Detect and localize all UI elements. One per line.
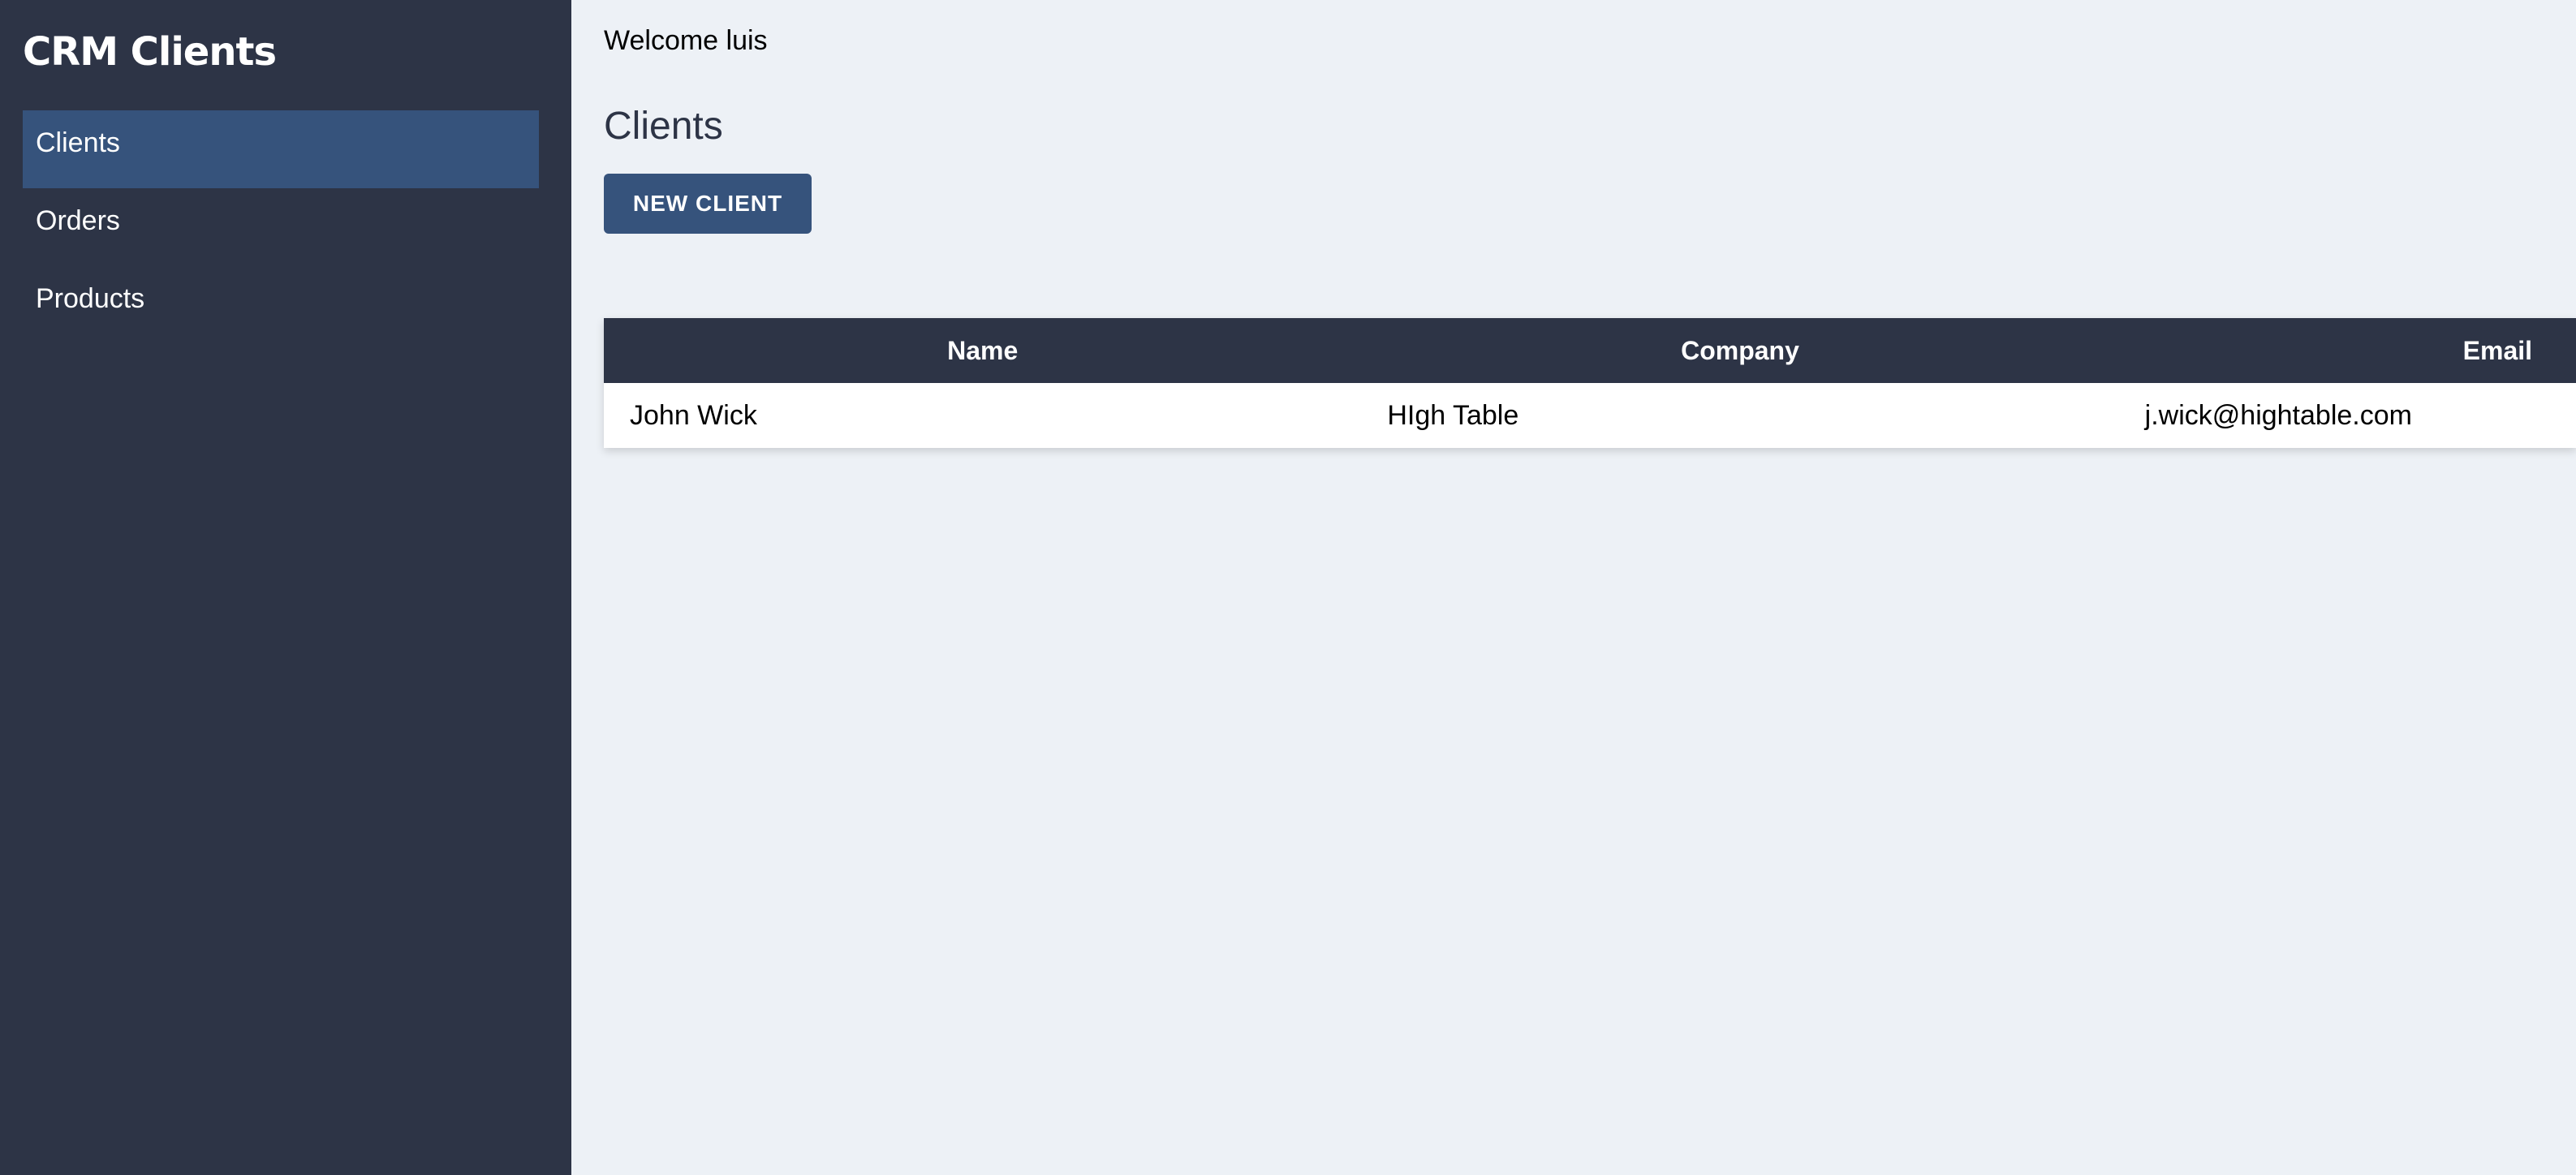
sidebar: CRM Clients Clients Orders Products xyxy=(0,0,571,1175)
column-header-company: Company xyxy=(1681,335,1799,365)
cell-name: John Wick xyxy=(630,399,757,431)
cell-company: HIgh Table xyxy=(1387,399,1519,431)
cell-email: j.wick@hightable.com xyxy=(2144,399,2412,431)
page-title: Clients xyxy=(604,105,723,148)
main-content: Welcome luis Clients NEW CLIENT Name Com… xyxy=(571,0,2576,1175)
sidebar-item-orders[interactable]: Orders xyxy=(23,188,539,266)
sidebar-item-products[interactable]: Products xyxy=(23,266,539,344)
sidebar-nav: Clients Orders Products xyxy=(23,110,539,344)
table-row[interactable]: John Wick HIgh Table j.wick@hightable.co… xyxy=(604,383,2576,448)
table-header-row: Name Company Email xyxy=(604,318,2576,383)
sidebar-item-clients[interactable]: Clients xyxy=(23,110,539,188)
clients-table: Name Company Email John Wick HIgh Table … xyxy=(604,318,2576,448)
welcome-text: Welcome luis xyxy=(604,25,768,56)
column-header-name: Name xyxy=(947,335,1019,365)
column-header-email: Email xyxy=(2462,335,2533,365)
new-client-button[interactable]: NEW CLIENT xyxy=(604,174,812,234)
app-title: CRM Clients xyxy=(23,29,277,75)
app: CRM Clients Clients Orders Products Welc… xyxy=(0,0,2576,1175)
